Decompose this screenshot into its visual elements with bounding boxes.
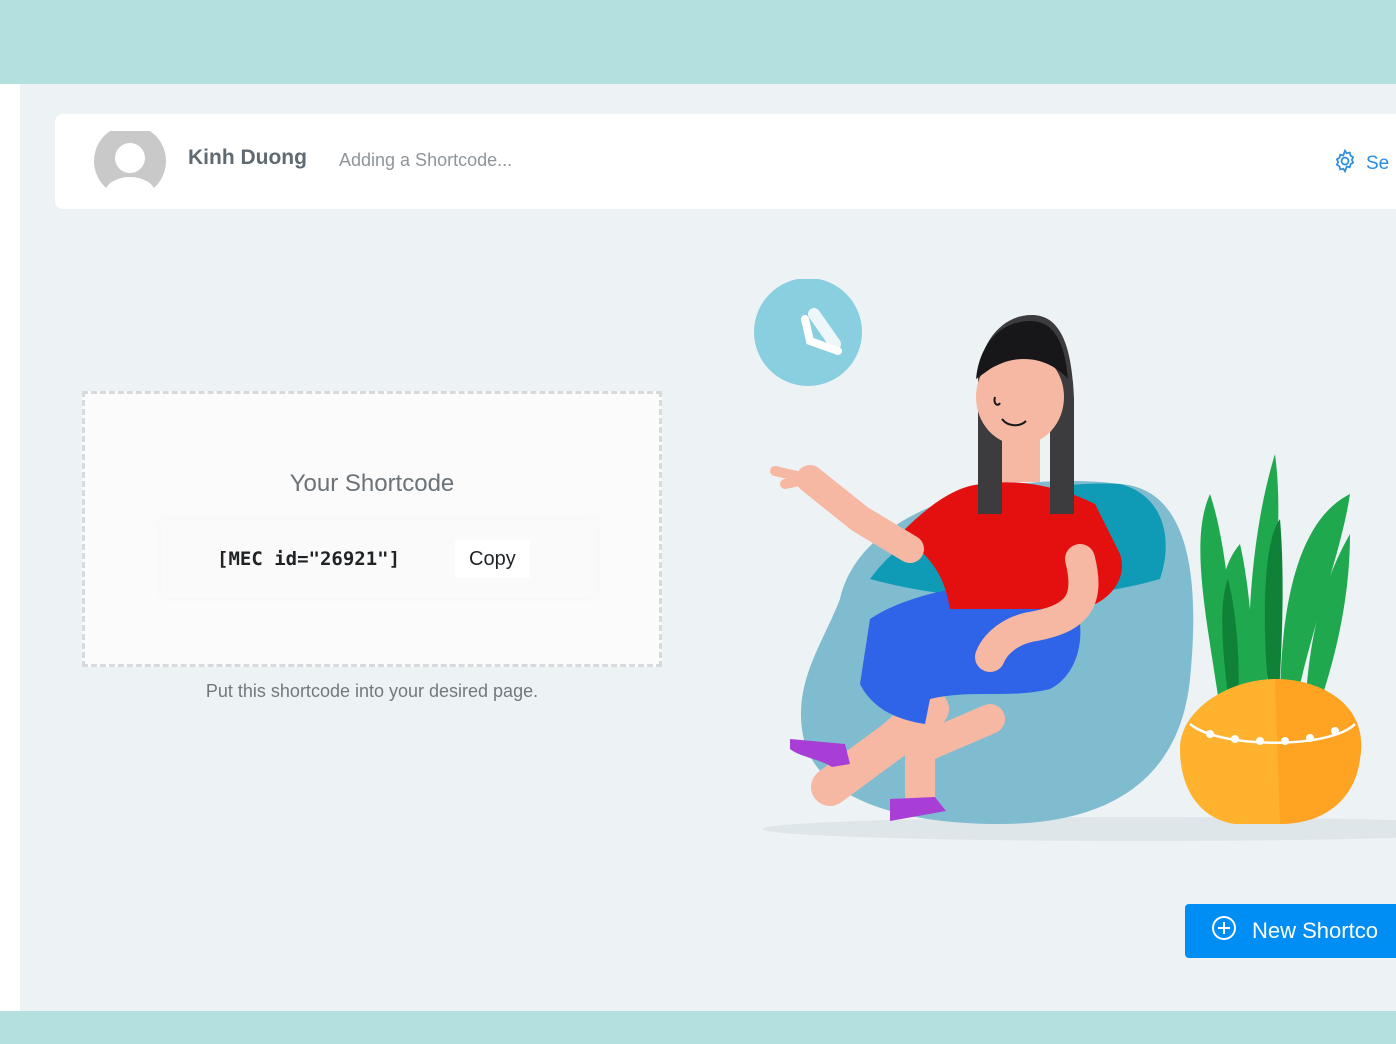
new-shortcode-button[interactable]: New Shortco	[1185, 904, 1396, 958]
shortcode-title: Your Shortcode	[289, 470, 455, 497]
settings-label: Se	[1366, 153, 1390, 174]
user-name: Kinh Duong	[188, 146, 307, 169]
copy-button[interactable]: Copy	[455, 540, 530, 578]
clock-icon	[754, 278, 862, 386]
shortcode-row: [MEC id="26921"] Copy	[161, 520, 597, 598]
shortcode-box: Your Shortcode [MEC id="26921"] Copy	[82, 391, 662, 667]
header-bar: Kinh Duong Adding a Shortcode... Se	[55, 114, 1396, 209]
plus-circle-icon	[1211, 915, 1252, 947]
shortcode-hint: Put this shortcode into your desired pag…	[205, 681, 539, 701]
gear-icon	[1332, 148, 1366, 180]
avatar	[94, 131, 167, 197]
status-text: Adding a Shortcode...	[339, 150, 513, 170]
person-illustration	[750, 278, 1396, 849]
shortcode-text[interactable]: [MEC id="26921"]	[217, 548, 400, 570]
new-shortcode-label: New Shortco	[1252, 918, 1378, 943]
main-panel: Kinh Duong Adding a Shortcode... Se Your…	[20, 84, 1396, 1011]
settings-link[interactable]: Se	[1332, 148, 1389, 180]
